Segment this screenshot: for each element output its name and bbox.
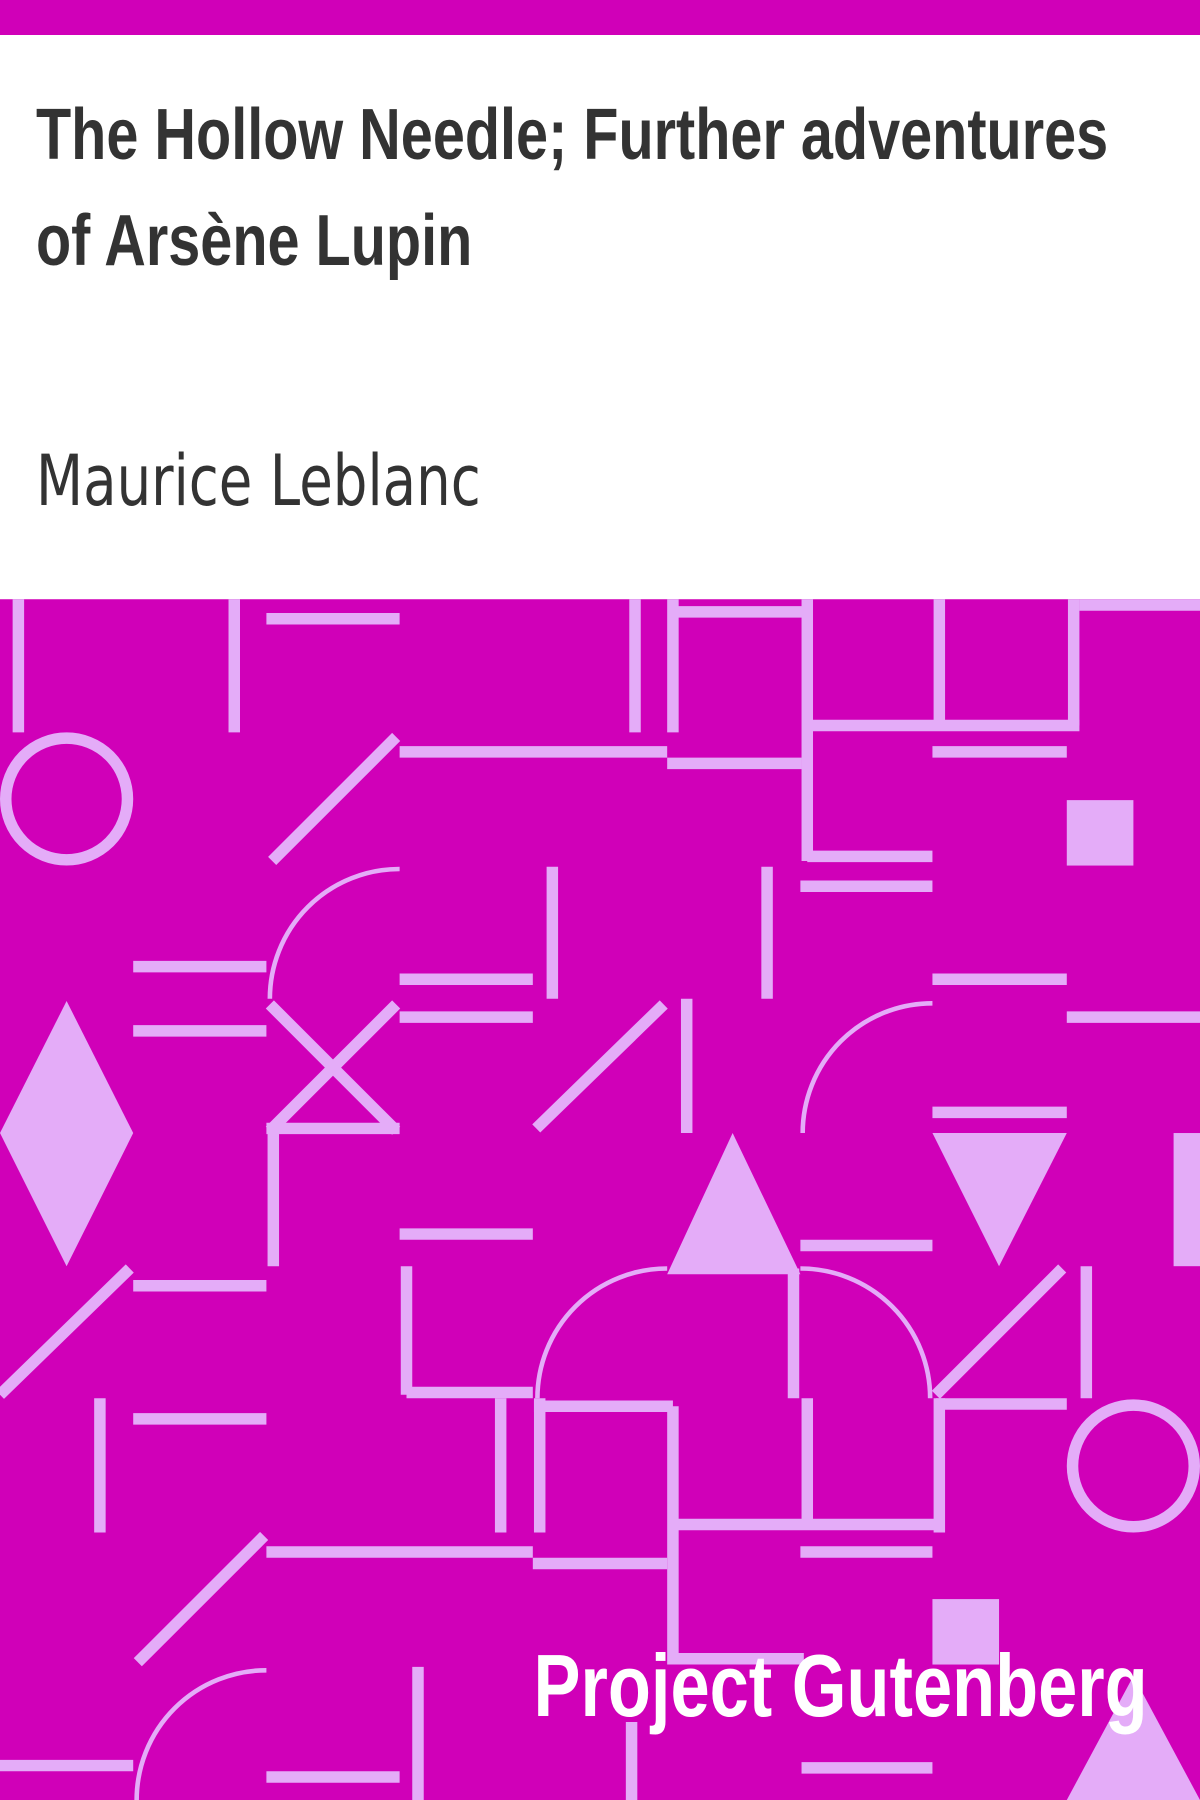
publisher-logo-text: Project Gutenberg <box>533 1636 1148 1735</box>
geometric-pattern <box>0 599 1200 1800</box>
